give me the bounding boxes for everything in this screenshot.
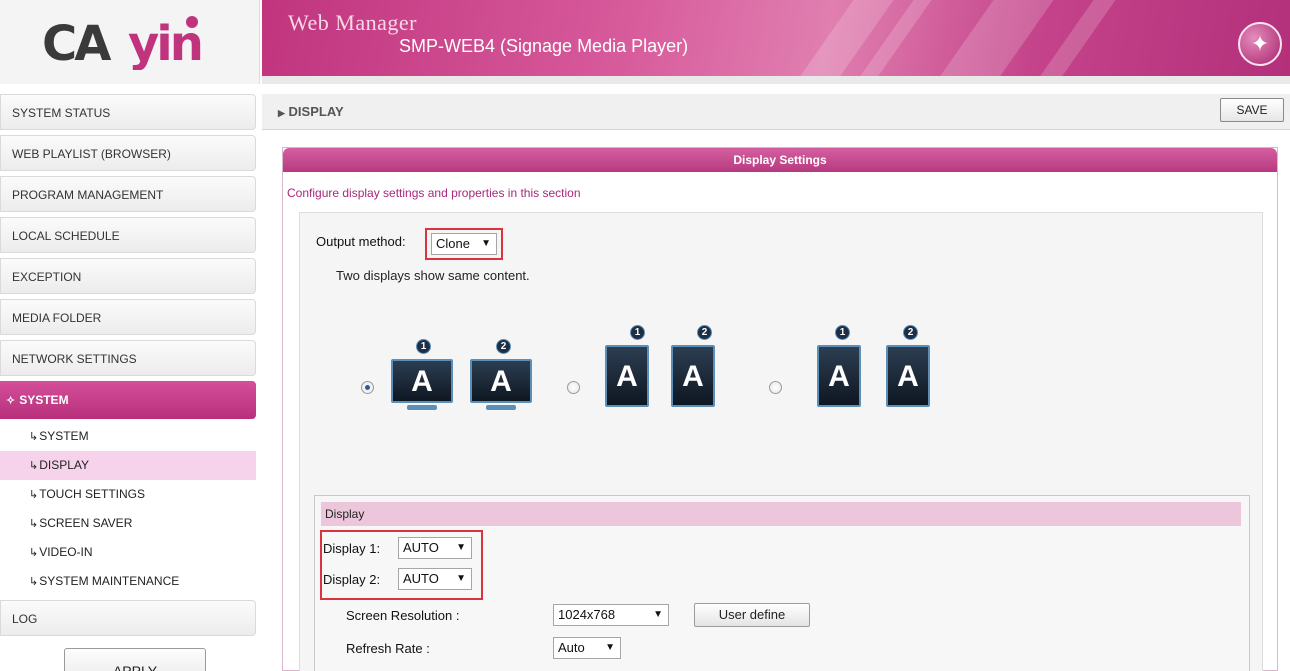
breadcrumb: ▶ DISPLAY bbox=[278, 104, 344, 119]
sidebar-item-network-settings[interactable]: NETWORK SETTINGS bbox=[0, 340, 256, 376]
settings-area: Output method: Clone ▼ Two displays show… bbox=[299, 212, 1263, 671]
display-2-badge: 2 bbox=[496, 339, 511, 354]
output-method-label: Output method: bbox=[316, 234, 406, 249]
svg-text:CA: CA bbox=[42, 16, 111, 70]
triangle-right-icon: ▶ bbox=[278, 108, 285, 118]
layout-radio-portrait[interactable] bbox=[567, 381, 580, 394]
monitor-icon: A bbox=[886, 345, 930, 407]
output-description: Two displays show same content. bbox=[336, 268, 530, 283]
monitor-stand bbox=[486, 405, 516, 410]
display-1-select[interactable]: AUTO ▼ bbox=[398, 537, 472, 559]
sub-arrow-icon: ↳ bbox=[29, 576, 39, 588]
monitor-icon: A bbox=[671, 345, 715, 407]
device-subtitle: SMP-WEB4 (Signage Media Player) bbox=[399, 36, 689, 56]
cayin-logo: CA yin bbox=[42, 16, 204, 70]
display-2-label: Display 2: bbox=[323, 572, 381, 587]
display-1-badge: 1 bbox=[630, 325, 645, 340]
sidebar-item-log[interactable]: LOG bbox=[0, 600, 256, 636]
save-button[interactable]: SAVE bbox=[1220, 98, 1284, 122]
sidebar-subitem-video-in[interactable]: ↳VIDEO-IN bbox=[0, 538, 256, 567]
logo-area: CA yin bbox=[0, 0, 260, 84]
wizard-icon[interactable]: ✦ bbox=[1238, 22, 1282, 66]
display-settings-panel: Display Settings Configure display setti… bbox=[282, 147, 1278, 671]
apply-button[interactable]: APPLY bbox=[64, 648, 206, 671]
layout-radio-landscape[interactable] bbox=[361, 381, 374, 394]
refresh-rate-label: Refresh Rate : bbox=[346, 641, 430, 656]
sub-arrow-icon: ↳ bbox=[29, 489, 39, 501]
screen-resolution-label: Screen Resolution : bbox=[346, 608, 460, 623]
refresh-rate-select[interactable]: Auto ▼ bbox=[553, 637, 621, 659]
sub-arrow-icon: ↳ bbox=[29, 431, 39, 443]
display-1-label: Display 1: bbox=[323, 541, 381, 556]
user-define-button[interactable]: User define bbox=[694, 603, 810, 627]
sidebar-subitem-screen-saver[interactable]: ↳SCREEN SAVER bbox=[0, 509, 256, 538]
display-1-badge: 1 bbox=[835, 325, 850, 340]
sub-arrow-icon: ↳ bbox=[29, 460, 39, 472]
sidebar-subitem-system-maintenance[interactable]: ↳SYSTEM MAINTENANCE bbox=[0, 567, 256, 596]
panel-description: Configure display settings and propertie… bbox=[287, 186, 581, 200]
sidebar-item-program-management[interactable]: PROGRAM MANAGEMENT bbox=[0, 176, 256, 212]
output-method-select[interactable]: Clone ▼ bbox=[431, 233, 497, 255]
display-2-badge: 2 bbox=[697, 325, 712, 340]
sidebar-item-system-status[interactable]: SYSTEM STATUS bbox=[0, 94, 256, 130]
chevron-down-icon: ▼ bbox=[456, 542, 466, 553]
chevron-down-icon: ▼ bbox=[456, 573, 466, 584]
sub-arrow-icon: ↳ bbox=[29, 547, 39, 559]
header-banner: Web Manager SMP-WEB4 (Signage Media Play… bbox=[262, 0, 1290, 84]
sidebar-subitem-system[interactable]: ↳SYSTEM bbox=[0, 422, 256, 451]
monitor-icon: A bbox=[605, 345, 649, 407]
monitor-icon: A bbox=[470, 359, 532, 403]
display-2-select[interactable]: AUTO ▼ bbox=[398, 568, 472, 590]
sidebar-item-web-playlist[interactable]: WEB PLAYLIST (BROWSER) bbox=[0, 135, 256, 171]
sidebar: SYSTEM STATUS WEB PLAYLIST (BROWSER) PRO… bbox=[0, 90, 258, 671]
sidebar-subitem-touch-settings[interactable]: ↳TOUCH SETTINGS bbox=[0, 480, 256, 509]
sidebar-item-exception[interactable]: EXCEPTION bbox=[0, 258, 256, 294]
screen-resolution-select[interactable]: 1024x768 ▼ bbox=[553, 604, 669, 626]
display-subpanel: Display Display 1: AUTO ▼ Display 2: AUT… bbox=[314, 495, 1250, 671]
chevron-down-icon: ▼ bbox=[605, 642, 615, 653]
sparkle-icon: ✧ bbox=[6, 395, 16, 407]
display-subpanel-title: Display bbox=[321, 502, 1241, 526]
sidebar-subitem-display[interactable]: ↳DISPLAY bbox=[0, 451, 256, 480]
web-manager-title: Web Manager bbox=[288, 10, 417, 35]
sub-arrow-icon: ↳ bbox=[29, 518, 39, 530]
sidebar-item-system-active[interactable]: ✧ SYSTEM bbox=[0, 381, 256, 419]
monitor-icon: A bbox=[391, 359, 453, 403]
chevron-down-icon: ▼ bbox=[653, 609, 663, 620]
layout-radio-portrait-alt[interactable] bbox=[769, 381, 782, 394]
sidebar-item-media-folder[interactable]: MEDIA FOLDER bbox=[0, 299, 256, 335]
display-2-badge: 2 bbox=[903, 325, 918, 340]
monitor-stand bbox=[407, 405, 437, 410]
panel-title: Display Settings bbox=[283, 148, 1277, 172]
breadcrumb-bar: ▶ DISPLAY SAVE bbox=[262, 94, 1290, 130]
chevron-down-icon: ▼ bbox=[481, 238, 491, 249]
display-1-badge: 1 bbox=[416, 339, 431, 354]
sidebar-item-local-schedule[interactable]: LOCAL SCHEDULE bbox=[0, 217, 256, 253]
monitor-icon: A bbox=[817, 345, 861, 407]
